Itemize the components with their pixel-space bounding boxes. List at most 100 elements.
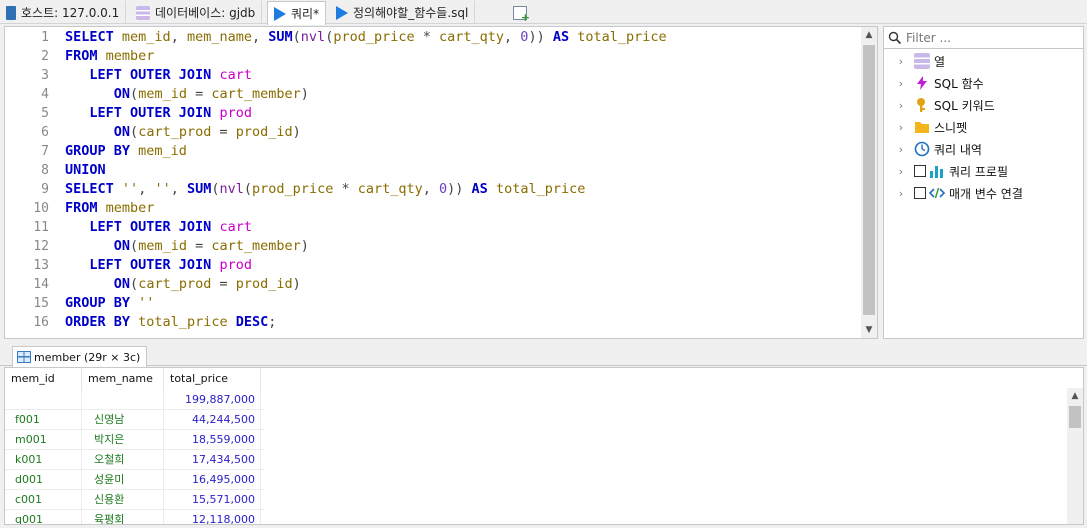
- cell-mem-name[interactable]: 오철희: [82, 450, 164, 470]
- cell-mem-id[interactable]: k001: [5, 450, 82, 470]
- code-line: LEFT OUTER JOIN prod: [89, 105, 252, 121]
- tree-item-label: 쿼리 내역: [934, 142, 982, 157]
- code-line: GROUP BY mem_id: [65, 143, 187, 159]
- column-header[interactable]: mem_id: [5, 368, 82, 390]
- new-query-tab-button[interactable]: [507, 1, 538, 24]
- line-number: 7: [41, 144, 49, 159]
- result-tab-label: member (29r × 3c): [34, 350, 141, 364]
- query-profile-checkbox[interactable]: [914, 165, 926, 177]
- line-number: 5: [41, 106, 49, 121]
- bind-parameters-checkbox[interactable]: [914, 187, 926, 199]
- cell-total-price[interactable]: 12,118,000: [164, 510, 261, 524]
- cell-total-price[interactable]: 15,571,000: [164, 490, 261, 510]
- tree-item-query-history[interactable]: › 쿼리 내역: [884, 139, 1083, 159]
- cell-mem-name[interactable]: 신영남: [82, 410, 164, 430]
- search-icon: [888, 31, 902, 44]
- cell-mem-id[interactable]: m001: [5, 430, 82, 450]
- cell-mem-name[interactable]: 박지은: [82, 430, 164, 450]
- chevron-right-icon[interactable]: ›: [894, 121, 908, 134]
- result-tab-bar: member (29r × 3c): [0, 344, 1087, 367]
- editor-scroll-thumb[interactable]: [863, 45, 875, 315]
- table-row[interactable]: k001 오철희 17,434,500: [5, 450, 265, 470]
- line-number: 10: [33, 201, 49, 216]
- tree-item-label: 쿼리 프로필: [949, 164, 1009, 179]
- columns-icon: [914, 53, 930, 69]
- cell-mem-name[interactable]: 성윤미: [82, 470, 164, 490]
- code-icon: [929, 187, 945, 199]
- tree-item-query-profile[interactable]: › 쿼리 프로필: [884, 161, 1083, 181]
- play-icon: [274, 6, 286, 21]
- cell-total-price[interactable]: 16,495,000: [164, 470, 261, 490]
- tab-sql-file[interactable]: 정의해야할_함수들.sql: [330, 1, 476, 24]
- cell-total-price[interactable]: 44,244,500: [164, 410, 261, 430]
- key-icon: [917, 98, 925, 112]
- line-number: 3: [41, 68, 49, 83]
- tree-item-bind-parameters[interactable]: › 매개 변수 연결: [884, 183, 1083, 203]
- tab-bar: 호스트: 127.0.0.1 데이터베이스: gjdb 쿼리* 정의해야할_함수…: [0, 0, 1087, 25]
- line-number: 9: [41, 182, 49, 197]
- code-line: SELECT mem_id, mem_name, SUM(nvl(prod_pr…: [65, 29, 667, 45]
- grid-scrollbar[interactable]: ▲: [1067, 388, 1083, 524]
- filter-placeholder: Filter ...: [906, 30, 951, 45]
- database-icon: [136, 5, 150, 20]
- cell-mem-name[interactable]: [82, 390, 164, 410]
- tab-query[interactable]: 쿼리*: [267, 1, 327, 25]
- cell-total-price[interactable]: 199,887,000: [164, 390, 261, 410]
- column-header[interactable]: total_price: [164, 368, 261, 390]
- grid-scroll-thumb[interactable]: [1069, 406, 1081, 428]
- tree-item-sql-functions[interactable]: › SQL 함수: [884, 73, 1083, 93]
- tab-database-label: 데이터베이스: gjdb: [155, 6, 256, 20]
- cell-total-price[interactable]: 17,434,500: [164, 450, 261, 470]
- chevron-right-icon[interactable]: ›: [894, 99, 908, 112]
- filter-input[interactable]: Filter ...: [884, 27, 1083, 49]
- new-tab-icon: [513, 5, 530, 24]
- cell-total-price[interactable]: 18,559,000: [164, 430, 261, 450]
- line-number: 16: [33, 315, 49, 330]
- result-tab-member[interactable]: member (29r × 3c): [12, 346, 148, 367]
- cell-mem-id[interactable]: c001: [5, 490, 82, 510]
- chevron-right-icon[interactable]: ›: [894, 165, 908, 178]
- code-line: ON(cart_prod = prod_id): [113, 276, 301, 292]
- tab-database[interactable]: 데이터베이스: gjdb: [130, 1, 263, 24]
- lightning-icon: [917, 76, 927, 90]
- table-row[interactable]: c001 신용환 15,571,000: [5, 490, 265, 510]
- tab-host-label: 호스트: 127.0.0.1: [21, 6, 120, 20]
- cell-mem-id[interactable]: q001: [5, 510, 82, 524]
- tree-item-label: 열: [934, 54, 946, 69]
- tree-item-label: SQL 함수: [934, 76, 984, 91]
- table-row[interactable]: d001 성윤미 16,495,000: [5, 470, 265, 490]
- chevron-right-icon[interactable]: ›: [894, 55, 908, 68]
- chevron-right-icon[interactable]: ›: [894, 187, 908, 200]
- tree-item-columns[interactable]: › 열: [884, 51, 1083, 71]
- tab-host[interactable]: 호스트: 127.0.0.1: [0, 1, 127, 24]
- tree-item-snippets[interactable]: › 스니펫: [884, 117, 1083, 137]
- sql-editor[interactable]: 1 2 3 4 5 6 7 8 9 10 11 12 13 14 15 16 S…: [4, 26, 878, 339]
- cell-mem-name[interactable]: 육평회: [82, 510, 164, 524]
- result-grid[interactable]: mem_id mem_name total_price 199,887,000 …: [4, 367, 1084, 525]
- chevron-right-icon[interactable]: ›: [894, 77, 908, 90]
- editor-scrollbar[interactable]: ▲ ▼: [861, 27, 877, 338]
- scroll-down-icon[interactable]: ▼: [861, 322, 877, 338]
- scroll-up-icon[interactable]: ▲: [861, 27, 877, 43]
- line-number: 15: [33, 296, 49, 311]
- line-number: 8: [41, 163, 49, 178]
- chevron-right-icon[interactable]: ›: [894, 143, 908, 156]
- tree-item-sql-keywords[interactable]: › SQL 키워드: [884, 95, 1083, 115]
- helpers-panel: Filter ... › 열 › SQL 함수 › SQL 키워드 › 스니펫 …: [883, 26, 1084, 339]
- cell-mem-id[interactable]: f001: [5, 410, 82, 430]
- scroll-up-icon[interactable]: ▲: [1067, 388, 1083, 404]
- code-line: LEFT OUTER JOIN cart: [89, 67, 252, 83]
- cell-mem-name[interactable]: 신용환: [82, 490, 164, 510]
- folder-icon: [915, 122, 929, 133]
- host-icon: [6, 5, 16, 20]
- table-row[interactable]: q001 육평회 12,118,000: [5, 510, 265, 524]
- table-row[interactable]: f001 신영남 44,244,500: [5, 410, 265, 430]
- tab-sql-file-label: 정의해야할_함수들.sql: [353, 6, 469, 20]
- tab-query-label: 쿼리*: [291, 7, 320, 21]
- line-number: 13: [33, 258, 49, 273]
- column-header[interactable]: mem_name: [82, 368, 164, 390]
- table-row[interactable]: m001 박지은 18,559,000: [5, 430, 265, 450]
- table-row[interactable]: 199,887,000: [5, 390, 265, 410]
- cell-mem-id[interactable]: d001: [5, 470, 82, 490]
- cell-mem-id[interactable]: [5, 390, 82, 410]
